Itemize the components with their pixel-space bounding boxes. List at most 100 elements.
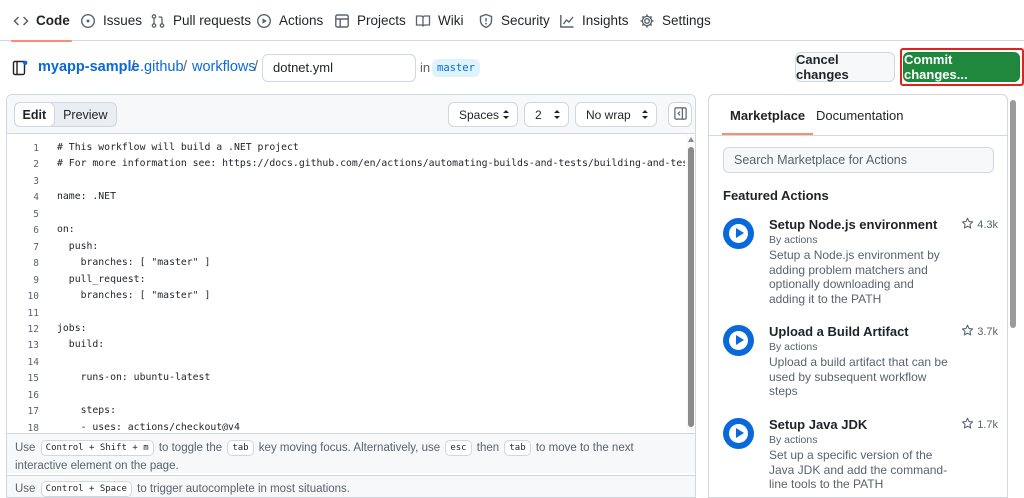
code-line[interactable]: build: (57, 339, 104, 350)
marketplace-panel: Marketplace Documentation Search Marketp… (708, 94, 1008, 498)
featured-actions-heading: Featured Actions (723, 188, 829, 203)
code-line[interactable]: push: (57, 241, 99, 252)
edit-preview-toggle: Edit Preview (14, 102, 117, 127)
action-play-icon (723, 325, 754, 356)
filename-input[interactable]: dotnet.yml (262, 54, 416, 82)
code-line[interactable]: - uses: actions/checkout@v4 (57, 422, 240, 431)
breadcrumb-repo[interactable]: myapp-sample (38, 59, 140, 75)
hint-text: then (476, 442, 500, 454)
sidebar-scrollbar-thumb[interactable] (1010, 100, 1016, 328)
tab-wiki[interactable]: Wiki (415, 0, 464, 41)
tab-pull-requests-label: Pull requests (173, 13, 252, 28)
code-content[interactable]: 1 # This workflow will build a .NET proje… (7, 135, 685, 431)
sidebar-collapse-icon (673, 106, 688, 124)
file-tree-toggle-icon[interactable] (12, 60, 28, 76)
marketplace-item-title[interactable]: Setup Node.js environment (769, 217, 937, 232)
marketplace-item-title[interactable]: Upload a Build Artifact (769, 324, 909, 339)
code-line[interactable]: branches: [ "master" ] (57, 290, 211, 301)
code-line[interactable]: # For more information see: https://docs… (57, 158, 685, 169)
tab-edit[interactable]: Edit (14, 102, 55, 127)
indent-size-select[interactable]: 2 (524, 102, 569, 127)
marketplace-item-stars: 4.3k (961, 217, 998, 233)
cancel-changes-button[interactable]: Cancel changes (795, 52, 895, 82)
code-icon (13, 13, 29, 29)
scroll-up-arrow-icon[interactable] (688, 137, 694, 142)
marketplace-item-author: By actions (769, 341, 818, 353)
tab-settings-label: Settings (662, 13, 711, 28)
tab-marketplace[interactable]: Marketplace (721, 95, 814, 135)
star-count: 4.3k (977, 219, 998, 231)
hint-text: key moving focus. Alternatively, use (258, 442, 441, 454)
indent-size-value: 2 (535, 107, 542, 122)
line-number: 18 (27, 422, 39, 431)
line-number: 9 (33, 274, 39, 286)
line-number: 17 (27, 406, 39, 418)
tab-projects[interactable]: Projects (334, 0, 406, 41)
marketplace-item[interactable]: Setup Java JDK By actions Set up a speci… (723, 417, 998, 497)
keyboard-hint-tab: Use Control + Shift + m to toggle the ta… (7, 433, 695, 473)
marketplace-item-author: By actions (769, 434, 818, 446)
shield-icon (478, 13, 494, 29)
branch-in-label: in (420, 60, 431, 75)
tab-preview[interactable]: Preview (55, 103, 116, 126)
wrap-mode-select[interactable]: No wrap (575, 102, 657, 127)
code-line[interactable]: branches: [ "master" ] (57, 257, 211, 268)
editor-scrollbar-thumb[interactable] (688, 147, 694, 427)
code-editor-panel: Edit Preview Spaces 2 No wrap 1 # This wo… (6, 94, 696, 498)
line-number: 12 (27, 323, 39, 335)
line-number: 13 (27, 340, 39, 352)
indent-mode-select[interactable]: Spaces (448, 102, 518, 127)
code-line[interactable]: pull_request: (57, 274, 146, 285)
code-line[interactable]: name: .NET (57, 191, 116, 202)
tab-settings[interactable]: Settings (639, 0, 711, 41)
marketplace-item-stars: 3.7k (961, 324, 998, 340)
tab-code[interactable]: Code (11, 0, 72, 42)
divider (709, 135, 1007, 136)
line-number: 3 (33, 175, 39, 187)
marketplace-search-input[interactable]: Search Marketplace for Actions (723, 147, 994, 173)
code-line[interactable]: on: (57, 224, 75, 235)
code-line[interactable]: runs-on: ubuntu-latest (57, 372, 211, 383)
book-icon (415, 13, 431, 29)
line-number: 16 (27, 389, 39, 401)
keyboard-hint-autocomplete: Use Control + Space to trigger autocompl… (7, 475, 695, 497)
tab-documentation[interactable]: Documentation (816, 95, 903, 135)
line-number: 4 (33, 192, 39, 204)
line-number: 7 (33, 241, 39, 253)
editor-toolbar: Edit Preview Spaces 2 No wrap (7, 95, 695, 134)
toggle-sidebar-button[interactable] (668, 102, 692, 127)
star-icon (961, 324, 974, 340)
line-number: 14 (27, 356, 39, 368)
marketplace-item-title[interactable]: Setup Java JDK (769, 417, 867, 432)
marketplace-item[interactable]: Setup Node.js environment By actions Set… (723, 217, 998, 312)
hint-text: Use (15, 442, 36, 454)
line-number: 11 (27, 307, 39, 319)
code-line[interactable]: # This workflow will build a .NET projec… (57, 142, 299, 153)
kbd-shortcut: tab (227, 440, 254, 456)
breadcrumb-workflows-dir[interactable]: workflows (192, 59, 256, 75)
marketplace-item-description: Setup a Node.js environment by adding pr… (769, 248, 940, 306)
marketplace-item[interactable]: Upload a Build Artifact By actions Uploa… (723, 324, 998, 404)
line-number: 15 (27, 373, 39, 385)
branch-badge[interactable]: master (432, 59, 480, 77)
tab-actions[interactable]: Actions (256, 0, 323, 41)
star-count: 1.7k (977, 419, 998, 431)
code-line[interactable]: jobs: (57, 323, 87, 334)
tab-pull-requests[interactable]: Pull requests (150, 0, 251, 41)
kbd-shortcut: tab (504, 440, 531, 456)
tab-security[interactable]: Security (478, 0, 550, 41)
code-line[interactable]: steps: (57, 405, 116, 416)
wrap-mode-value: No wrap (586, 107, 631, 122)
tab-issues[interactable]: Issues (80, 0, 142, 41)
editor-scrollbar[interactable] (686, 135, 695, 431)
tab-actions-label: Actions (279, 13, 324, 28)
tab-insights[interactable]: Insights (559, 0, 629, 41)
issue-icon (80, 13, 96, 29)
commit-changes-button[interactable]: Commit changes... (903, 52, 1020, 82)
breadcrumb-separator: / (131, 59, 136, 75)
action-play-icon (723, 418, 754, 449)
hint-text: to toggle the (158, 442, 223, 454)
graph-icon (559, 13, 575, 29)
breadcrumb-github-dir[interactable]: .github (140, 59, 184, 75)
marketplace-item-description: Set up a specific version of the Java JD… (769, 448, 948, 491)
